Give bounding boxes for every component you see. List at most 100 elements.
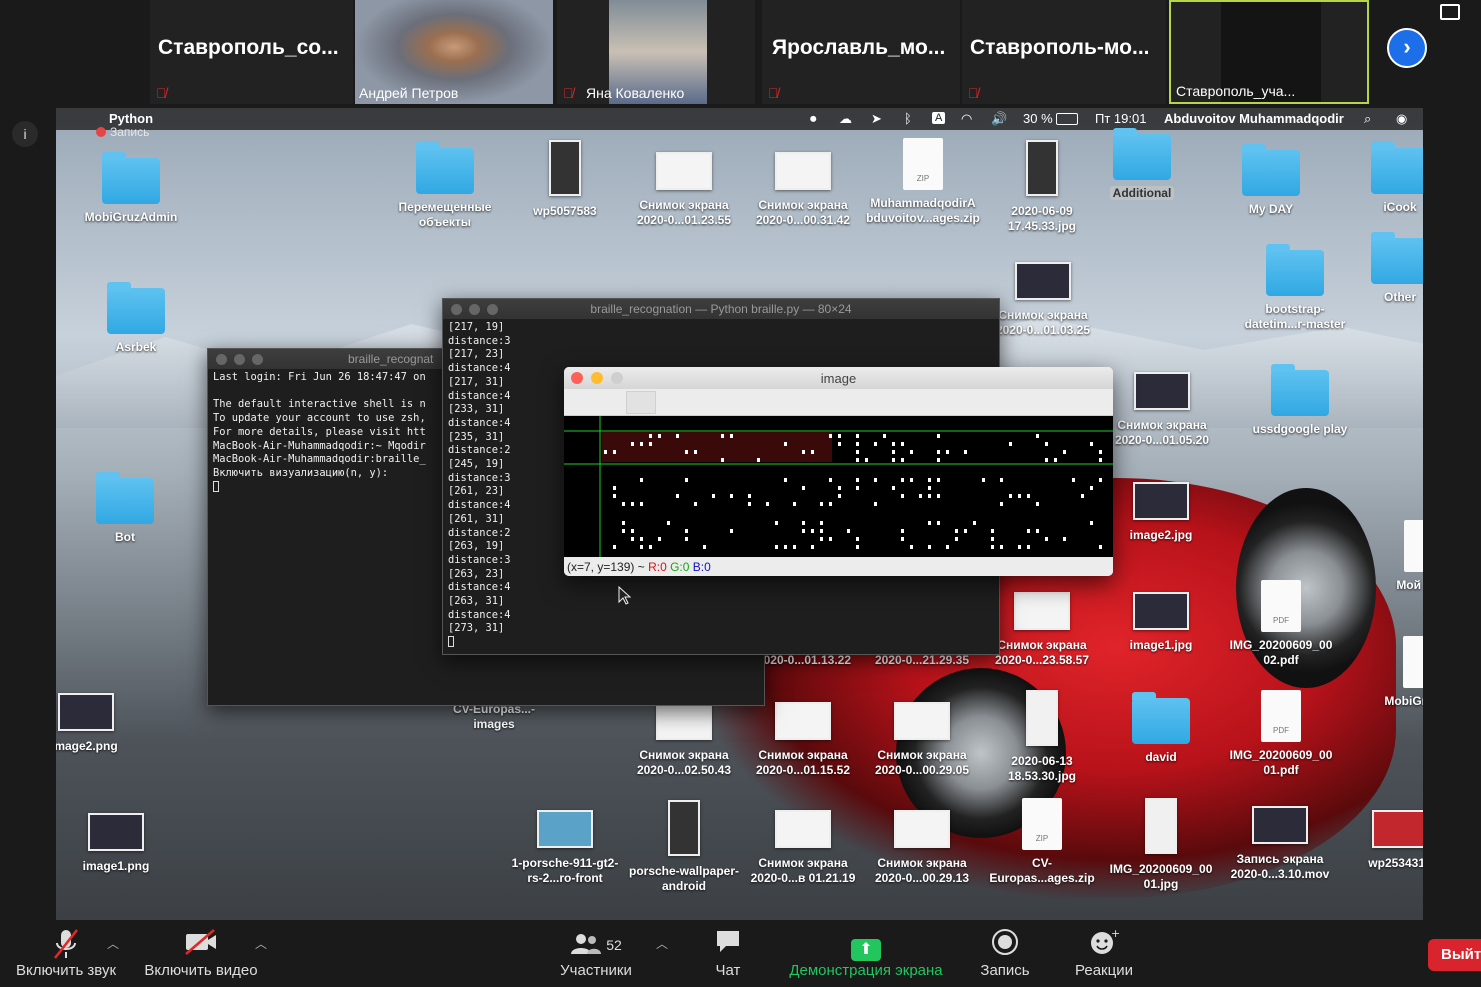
window-titlebar[interactable]: image: [564, 367, 1113, 389]
desktop-icon-folder[interactable]: MobiGruzAdmin: [71, 152, 191, 225]
icon-label: Снимок экрана 2020-0...00.29.05: [874, 748, 970, 777]
desktop-icon-file[interactable]: Снимок экрана 2020-0...00.31.42: [743, 152, 863, 228]
braille-dot: [991, 545, 994, 549]
desktop-icon-file[interactable]: image1.png: [56, 813, 176, 874]
bluetooth-icon[interactable]: ᛒ: [904, 111, 912, 126]
audio-options-chevron-icon[interactable]: ︿: [107, 935, 119, 952]
participants-options-chevron-icon[interactable]: ︿: [656, 935, 668, 952]
braille-dot: [919, 494, 922, 498]
participant-tile[interactable]: 🎙̸ Яна Коваленко: [557, 0, 755, 104]
desktop-icon-file[interactable]: ZIP MuhammadqodirA bduvoitov...ages.zip: [863, 138, 983, 226]
video-options-chevron-icon[interactable]: ︿: [255, 935, 267, 952]
creative-cloud-icon[interactable]: ☁: [839, 111, 852, 127]
desktop-icon-file[interactable]: MobiGruzKey: [1363, 636, 1423, 709]
desktop-icon-file[interactable]: porsche-wallpaper-android: [624, 800, 744, 894]
siri-icon[interactable]: ◉: [1396, 111, 1407, 127]
pdf-file-icon: PDF: [1261, 580, 1301, 632]
participant-tile[interactable]: Ставрополь-мо... 🎙̸: [962, 0, 1166, 104]
start-video-button[interactable]: Включить видео: [140, 928, 262, 979]
input-source-icon[interactable]: A: [932, 112, 946, 124]
terminal-cursor: [448, 636, 454, 648]
desktop-icon-folder[interactable]: CV-Europas...-images: [434, 702, 554, 732]
participant-tile[interactable]: Ставрополь_со... 🎙̸: [150, 0, 353, 104]
image-thumbnail: [1026, 690, 1058, 746]
wifi-icon[interactable]: ◠: [961, 111, 972, 127]
desktop-icon-folder[interactable]: iCook: [1340, 142, 1423, 215]
share-screen-button[interactable]: ⬆ Демонстрация экрана: [785, 928, 947, 979]
desktop-icon-file[interactable]: Снимок экрана 2020-0...01.15.52: [743, 702, 863, 778]
location-icon[interactable]: ➤: [871, 111, 882, 127]
desktop-icon-file[interactable]: 2020-06-13 18.53.30.jpg: [982, 690, 1102, 784]
braille-dot: [793, 502, 796, 506]
mic-muted-icon: 🎙̸: [968, 85, 979, 101]
desktop-icon-folder[interactable]: Перемещенные объекты: [385, 142, 505, 230]
desktop-icon-folder-selected[interactable]: Additional: [1082, 128, 1202, 201]
desktop-icon-file[interactable]: Снимок экрана 2020-0...01.05.20: [1102, 372, 1222, 448]
spotlight-search-icon[interactable]: ⌕: [1364, 111, 1371, 127]
zoom-icon[interactable]: [252, 354, 263, 365]
view-mode-icon[interactable]: [1440, 4, 1460, 20]
active-app-name[interactable]: Python: [109, 111, 153, 126]
opencv-image-window[interactable]: image (x=7, y=139) ~ R:0 G:0 B:0: [564, 367, 1113, 576]
battery-icon[interactable]: [1056, 113, 1078, 125]
participant-tile-active[interactable]: Ставрополь_уча...: [1169, 0, 1369, 104]
desktop-icon-folder[interactable]: Asrbek: [76, 282, 196, 355]
minimize-icon[interactable]: [234, 354, 245, 365]
desktop-icon-file[interactable]: Запись экрана 2020-0...3.10.mov: [1220, 806, 1340, 882]
desktop-icon-folder[interactable]: Bot: [65, 472, 185, 545]
menubar-user[interactable]: Abduvoitov Muhammadqodir: [1164, 111, 1344, 126]
volume-icon[interactable]: 🔊: [991, 111, 1007, 127]
braille-dot: [802, 450, 805, 454]
terminal-titlebar[interactable]: braille_recognation — Python braille.py …: [443, 299, 999, 319]
desktop-icon-file[interactable]: wp5057583: [505, 140, 625, 219]
close-icon[interactable]: [216, 354, 227, 365]
desktop-icon-file[interactable]: Снимок экрана 2020-0...00.29.05: [862, 702, 982, 778]
desktop-icon-file[interactable]: Снимок экрана 2020-0...01.23.55: [624, 152, 744, 228]
desktop-icon-file[interactable]: ZIP CV-Europas...ages.zip: [982, 798, 1102, 886]
participant-tile[interactable]: Ярославль_мо... 🎙̸: [762, 0, 960, 104]
desktop-icon-file[interactable]: 1-porsche-911-gt2-rs-2...ro-front: [505, 810, 625, 886]
toolbar-button[interactable]: [626, 391, 656, 414]
desktop-icon-file[interactable]: wp2534314: [1340, 810, 1423, 871]
icon-label: image1.png: [82, 859, 150, 873]
desktop-icon-file[interactable]: Снимок экрана 2020-0...02.50.43: [624, 702, 744, 778]
braille-dot: [1099, 450, 1102, 454]
desktop-icon-file[interactable]: Мой путь: [1364, 520, 1423, 593]
desktop-icon-file[interactable]: mage2.png: [56, 693, 146, 754]
info-icon[interactable]: i: [12, 121, 38, 147]
image-thumbnail: [894, 702, 950, 740]
participants-button[interactable]: 52 Участники: [555, 928, 637, 979]
desktop-icon-file[interactable]: image1.jpg: [1101, 592, 1221, 653]
braille-dot: [829, 434, 832, 438]
braille-dot: [730, 434, 733, 438]
icon-label: My DAY: [1248, 202, 1294, 216]
desktop-icon-file[interactable]: IMG_20200609_00 01.jpg: [1101, 798, 1221, 892]
leave-meeting-button[interactable]: Выйт: [1428, 939, 1481, 971]
desktop-icon-folder[interactable]: david: [1101, 692, 1221, 765]
unmute-button[interactable]: Включить звук: [12, 928, 120, 979]
braille-dot: [1027, 545, 1030, 549]
desktop-icon-file[interactable]: Снимок экрана 2020-0...00.29.13: [862, 810, 982, 886]
image-thumbnail: [656, 702, 712, 740]
desktop-icon-file[interactable]: image2.jpg: [1101, 482, 1221, 543]
braille-dot: [1045, 442, 1048, 446]
icon-label: Перемещенные объекты: [398, 200, 492, 229]
desktop-icon-file[interactable]: PDF IMG_20200609_00 01.pdf: [1221, 690, 1341, 778]
next-page-arrow-icon[interactable]: ›: [1387, 28, 1427, 68]
stop-icon[interactable]: ⏺: [810, 111, 817, 127]
battery-percent[interactable]: 30 %: [1023, 111, 1053, 126]
reactions-button[interactable]: + Реакции: [1071, 927, 1137, 979]
menubar-clock[interactable]: Пт 19:01: [1095, 111, 1146, 126]
desktop-icon-folder[interactable]: bootstrap-datetim...r-master: [1235, 244, 1355, 332]
desktop-icon-folder[interactable]: ussdgoogle play: [1240, 364, 1360, 437]
desktop-icon-file[interactable]: PDF IMG_20200609_00 02.pdf: [1221, 580, 1341, 668]
participant-tile[interactable]: Андрей Петров: [355, 0, 553, 104]
desktop-icon-folder[interactable]: My DAY: [1211, 144, 1331, 217]
desktop-icon-file[interactable]: Снимок экрана 2020-0...23.58.57: [982, 592, 1102, 668]
desktop-icon-file[interactable]: Снимок экрана 2020-0...в 01.21.19: [743, 810, 863, 886]
unmute-label: Включить звук: [15, 962, 117, 979]
braille-image-canvas[interactable]: [564, 416, 1113, 557]
desktop-icon-file[interactable]: Снимок экрана 2020-0...01.03.25: [983, 262, 1103, 338]
chat-button[interactable]: Чат: [700, 928, 756, 979]
record-button[interactable]: Запись: [975, 928, 1035, 979]
